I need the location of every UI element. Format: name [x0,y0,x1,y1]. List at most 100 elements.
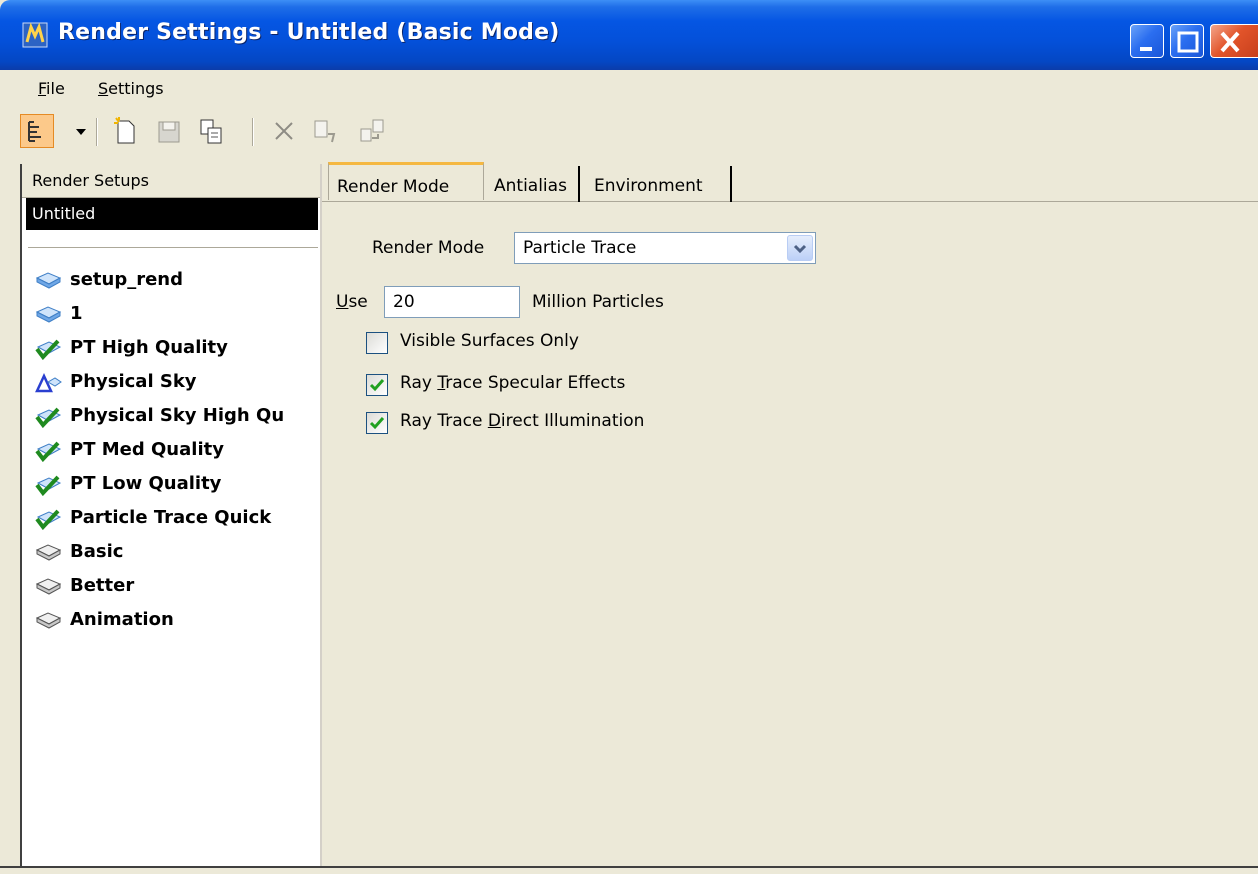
setup-item-animation[interactable]: Animation [28,604,320,638]
checked-setup-icon [35,339,62,360]
ray-trace-specular-text-post: race Specular Effects [445,373,626,393]
checked-setup-icon [35,475,62,496]
render-setups-header: Render Setups [22,164,320,198]
current-setup-label: Untitled [32,204,96,223]
settings-tabs: Render Mode Antialias Environment [322,162,1258,202]
setup-item-physical-sky[interactable]: Physical Sky [28,366,320,400]
settings-pane: Render Mode Antialias Environment Render… [322,154,1258,874]
maximize-icon [1177,31,1199,53]
chevron-down-icon [793,244,807,254]
menu-bar: File Settings [0,70,1258,108]
title-bar[interactable]: Render Settings - Untitled (Basic Mode) [0,0,1258,70]
setup-item-label: PT High Quality [70,337,228,358]
menu-settings-mnemonic: S [98,79,109,98]
use-label-mnemonic: U [336,292,349,312]
menu-settings-label: ettings [108,79,164,98]
ray-trace-direct-illumination-label: Ray Trace Direct Illumination [400,411,644,431]
menu-file-label: ile [46,79,65,98]
setup-item-label: Better [70,575,135,596]
render-mode-label: Render Mode [372,238,485,258]
delete-icon [275,122,293,140]
checkmark-icon [369,417,385,430]
checkmark-icon [369,379,385,392]
setup-item-pt-med-quality[interactable]: PT Med Quality [28,434,320,468]
toolbar-separator [252,118,254,146]
setups-divider [28,247,318,249]
tree-view-button[interactable] [20,114,54,148]
minimize-button[interactable] [1130,24,1164,58]
copy-icon [200,119,222,144]
setup-item-basic[interactable]: Basic [28,536,320,570]
tree-view-icon [28,121,41,142]
import-button[interactable] [358,116,388,146]
checked-setup-icon [35,407,62,428]
rename-button[interactable] [310,116,340,146]
render-setup-blue-icon [35,306,62,323]
menu-file-mnemonic: F [38,79,47,98]
ray-trace-specular-checkbox[interactable] [366,374,388,396]
dropdown-arrow-icon [76,129,86,135]
ray-trace-direct-text-post: irect Illumination [500,411,645,431]
setup-item-label: 1 [70,303,83,324]
ray-trace-direct-mnemonic: D [487,411,501,431]
tree-view-dropdown-button[interactable] [66,116,96,146]
render-mode-value: Particle Trace [523,238,637,258]
render-setups-pane: Render Setups Untitled setup_rend 1 PT H… [20,164,322,874]
menu-file[interactable]: File [38,79,65,98]
ray-trace-specular-label: Ray Trace Specular Effects [400,373,625,393]
visible-surfaces-only-label: Visible Surfaces Only [400,331,579,351]
app-logo-icon [22,22,48,48]
particle-count-value: 20 [393,292,415,312]
setup-item-label: Physical Sky High Qu [70,405,285,426]
setup-item-particle-trace-quick[interactable]: Particle Trace Quick [28,502,320,536]
maximize-button[interactable] [1170,24,1204,58]
render-setups-list: setup_rend 1 PT High Quality Physical Sk… [28,264,320,638]
render-mode-select[interactable]: Particle Trace [514,232,816,264]
physical-sky-icon [35,373,62,393]
ray-trace-direct-text-pre: Ray Trace [400,411,488,431]
render-mode-dropdown-button[interactable] [787,235,813,261]
tab-environment-label: Environment [594,176,703,196]
setup-item-pt-low-quality[interactable]: PT Low Quality [28,468,320,502]
tab-antialias-label: Antialias [494,176,567,196]
setup-item-physical-sky-high-quality[interactable]: Physical Sky High Qu [28,400,320,434]
rename-icon [314,120,336,143]
setup-item-pt-high-quality[interactable]: PT High Quality [28,332,320,366]
setup-item-label: Animation [70,609,174,630]
minimize-icon [1140,47,1152,51]
close-button[interactable] [1210,24,1258,58]
menu-settings[interactable]: Settings [98,79,164,98]
window-title: Render Settings - Untitled (Basic Mode) [58,20,560,45]
setup-item-label: setup_rend [70,269,184,290]
setup-item-label: PT Med Quality [70,439,224,460]
use-label-text: se [348,292,368,312]
setup-item-1[interactable]: 1 [28,298,320,332]
delete-button[interactable] [270,116,300,146]
setup-item-label: Basic [70,541,124,562]
close-icon [1220,31,1240,53]
checked-setup-icon [35,509,62,530]
save-icon [158,121,180,143]
ray-trace-direct-illumination-checkbox[interactable] [366,412,388,434]
render-setup-gray-icon [35,544,62,561]
million-particles-label: Million Particles [532,292,664,312]
tab-environment[interactable]: Environment [584,166,732,202]
window-bottom-border [0,866,1258,874]
save-button[interactable] [154,116,184,146]
visible-surfaces-only-checkbox[interactable] [366,332,388,354]
setup-item-label: PT Low Quality [70,473,222,494]
toolbar [0,108,1258,154]
particle-count-input[interactable]: 20 [384,286,520,318]
setup-item-setup-rend[interactable]: setup_rend [28,264,320,298]
import-icon [360,119,384,142]
copy-button[interactable] [196,116,226,146]
tab-render-mode[interactable]: Render Mode [328,162,484,200]
tab-antialias[interactable]: Antialias [484,166,580,202]
current-setup-field[interactable]: Untitled [26,198,318,230]
use-label: Use [336,292,368,312]
new-button[interactable] [110,116,140,146]
new-icon [114,117,135,144]
setup-item-better[interactable]: Better [28,570,320,604]
setup-item-label: Physical Sky [70,371,197,392]
toolbar-separator [96,118,98,146]
